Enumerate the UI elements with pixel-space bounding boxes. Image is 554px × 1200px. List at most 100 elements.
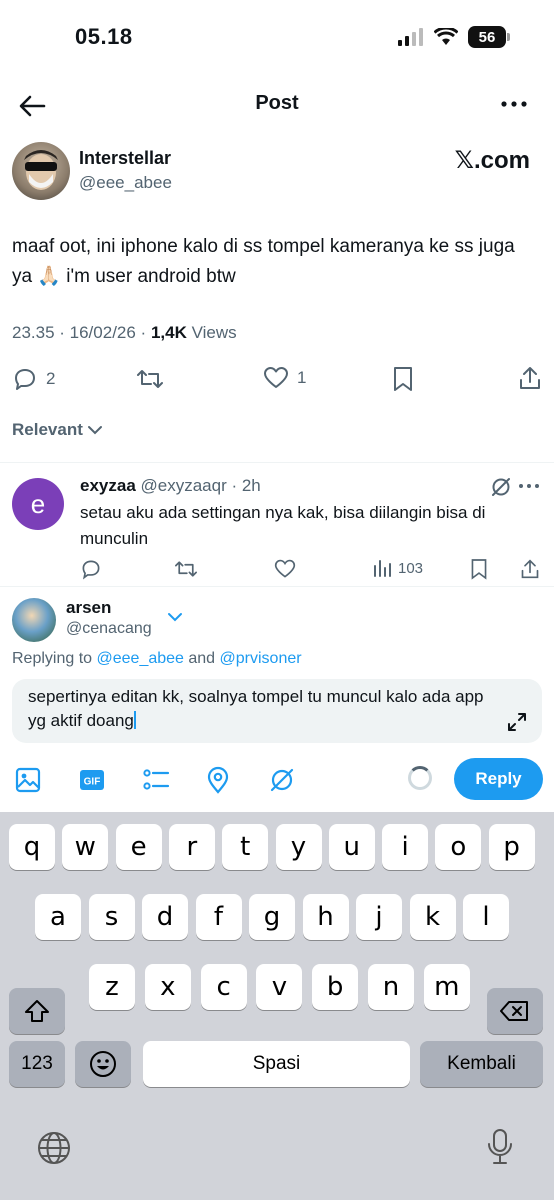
bookmark-icon[interactable] <box>470 558 488 580</box>
text-caret <box>133 711 136 729</box>
globe-icon[interactable] <box>36 1130 72 1166</box>
key-m[interactable]: m <box>423 964 470 1010</box>
battery-indicator: 56 <box>468 26 510 48</box>
reply-text: setau aku ada settingan nya kak, bisa di… <box>80 503 486 548</box>
key-s[interactable]: s <box>88 894 135 940</box>
share-icon[interactable] <box>518 365 542 391</box>
sort-dropdown[interactable]: Relevant <box>12 420 103 440</box>
key-r[interactable]: r <box>168 824 215 870</box>
wifi-icon <box>434 28 458 45</box>
avatar[interactable] <box>12 142 70 200</box>
reply-button[interactable]: Reply <box>454 758 543 800</box>
replying-to[interactable]: Replying to @eee_abee and @prvisoner <box>12 650 302 668</box>
tweet-text: maaf oot, ini iphone kalo di ss tompel k… <box>12 236 515 287</box>
image-icon[interactable] <box>14 766 42 794</box>
key-u[interactable]: u <box>328 824 375 870</box>
key-d[interactable]: d <box>142 894 188 940</box>
chevron-down-icon[interactable] <box>166 610 184 624</box>
return-key[interactable]: Kembali <box>420 1041 543 1087</box>
key-t[interactable]: t <box>222 824 269 870</box>
keyboard: qwertyuiop asdfghjkl zxcvbnm 123 Spasi Kem… <box>0 812 554 1200</box>
reply-handle-time: @exyzaaqr · 2h <box>135 476 261 495</box>
author-name[interactable]: Interstellar <box>79 148 171 169</box>
more-icon[interactable] <box>518 478 540 494</box>
avatar-image <box>24 150 58 190</box>
like-icon[interactable] <box>274 558 296 580</box>
poll-icon[interactable] <box>142 766 170 794</box>
like-action[interactable]: 1 <box>263 366 306 390</box>
reply-author-name[interactable]: exyzaa <box>80 476 136 495</box>
gif-icon[interactable]: GIF <box>78 766 106 794</box>
replying-user-link[interactable]: @prvisoner <box>220 650 302 667</box>
views-label: Views <box>186 323 237 342</box>
location-icon[interactable] <box>204 766 232 794</box>
key-e[interactable]: e <box>115 824 162 870</box>
key-k[interactable]: k <box>409 894 456 940</box>
key-g[interactable]: g <box>249 894 295 940</box>
key-j[interactable]: j <box>356 894 402 940</box>
like-count: 1 <box>297 368 307 387</box>
reply-header: exyzaa @exyzaaqr · 2h <box>80 476 261 496</box>
key-b[interactable]: b <box>312 964 359 1010</box>
backspace-icon <box>500 1001 528 1021</box>
key-v[interactable]: v <box>256 964 303 1010</box>
status-bar: 05.18 56 <box>0 0 554 72</box>
replying-user-link[interactable]: @eee_abee <box>97 650 184 667</box>
key-c[interactable]: c <box>200 964 247 1010</box>
reply-count: 2 <box>46 369 56 388</box>
avatar[interactable] <box>12 598 56 642</box>
reply-input[interactable]: sepertinya editan kk, soalnya tompel tu … <box>12 679 542 743</box>
svg-text:GIF: GIF <box>84 777 101 788</box>
composer-handle: @cenacang <box>66 620 152 637</box>
bookmark-icon[interactable] <box>392 366 414 392</box>
views-count: 1,4K <box>150 323 187 342</box>
reply-action[interactable]: 2 <box>12 366 55 392</box>
key-n[interactable]: n <box>368 964 414 1010</box>
key-h[interactable]: h <box>302 894 349 940</box>
views-action[interactable]: 103 <box>372 558 423 578</box>
character-count-ring <box>408 766 432 790</box>
key-a[interactable]: a <box>35 894 81 940</box>
key-p[interactable]: p <box>488 824 535 870</box>
mic-icon[interactable] <box>486 1128 514 1166</box>
replying-and: and <box>183 650 220 667</box>
key-f[interactable]: f <box>195 894 242 940</box>
expand-icon[interactable] <box>506 711 528 733</box>
repost-icon[interactable] <box>174 558 198 580</box>
key-i[interactable]: i <box>382 824 429 870</box>
key-q[interactable]: q <box>9 824 55 870</box>
author-handle[interactable]: @eee_abee <box>79 173 172 193</box>
sort-label: Relevant <box>12 420 83 439</box>
repost-action[interactable] <box>136 366 164 392</box>
key-l[interactable]: l <box>463 894 509 940</box>
reply-icon[interactable] <box>80 558 102 580</box>
backspace-key[interactable] <box>487 988 543 1034</box>
grok-icon[interactable] <box>490 476 512 498</box>
page-title: Post <box>255 92 299 114</box>
grok-icon[interactable] <box>268 766 296 794</box>
reply-icon <box>15 369 35 390</box>
views-count: 103 <box>398 559 424 577</box>
like-icon <box>264 367 288 388</box>
reply-composer: arsen @cenacang Replying to @eee_abee an… <box>0 588 554 808</box>
avatar[interactable]: e <box>12 478 64 530</box>
space-key[interactable]: Spasi <box>143 1041 410 1087</box>
key-o[interactable]: o <box>435 824 482 870</box>
key-w[interactable]: w <box>62 824 109 870</box>
reply-tweet[interactable]: e exyzaa @exyzaaqr · 2h setau aku ada se… <box>0 464 554 586</box>
tweet-actions: 2 1 <box>0 362 554 398</box>
numbers-key[interactable]: 123 <box>9 1041 65 1087</box>
chevron-down-icon <box>87 426 102 435</box>
shift-key[interactable] <box>9 988 65 1034</box>
key-y[interactable]: y <box>275 824 322 870</box>
emoji-key[interactable] <box>75 1041 131 1087</box>
replying-prefix: Replying to <box>12 650 97 667</box>
share-icon[interactable] <box>520 558 540 580</box>
shift-icon <box>25 1000 49 1022</box>
key-x[interactable]: x <box>144 964 191 1010</box>
key-z[interactable]: z <box>89 964 135 1010</box>
tweet-timestamp[interactable]: 23.35 · 16/02/26 · <box>12 323 151 342</box>
views-icon <box>374 560 391 577</box>
more-icon[interactable] <box>500 92 528 116</box>
tweet-meta: 23.35 · 16/02/26 · 1,4K Views <box>12 323 237 343</box>
